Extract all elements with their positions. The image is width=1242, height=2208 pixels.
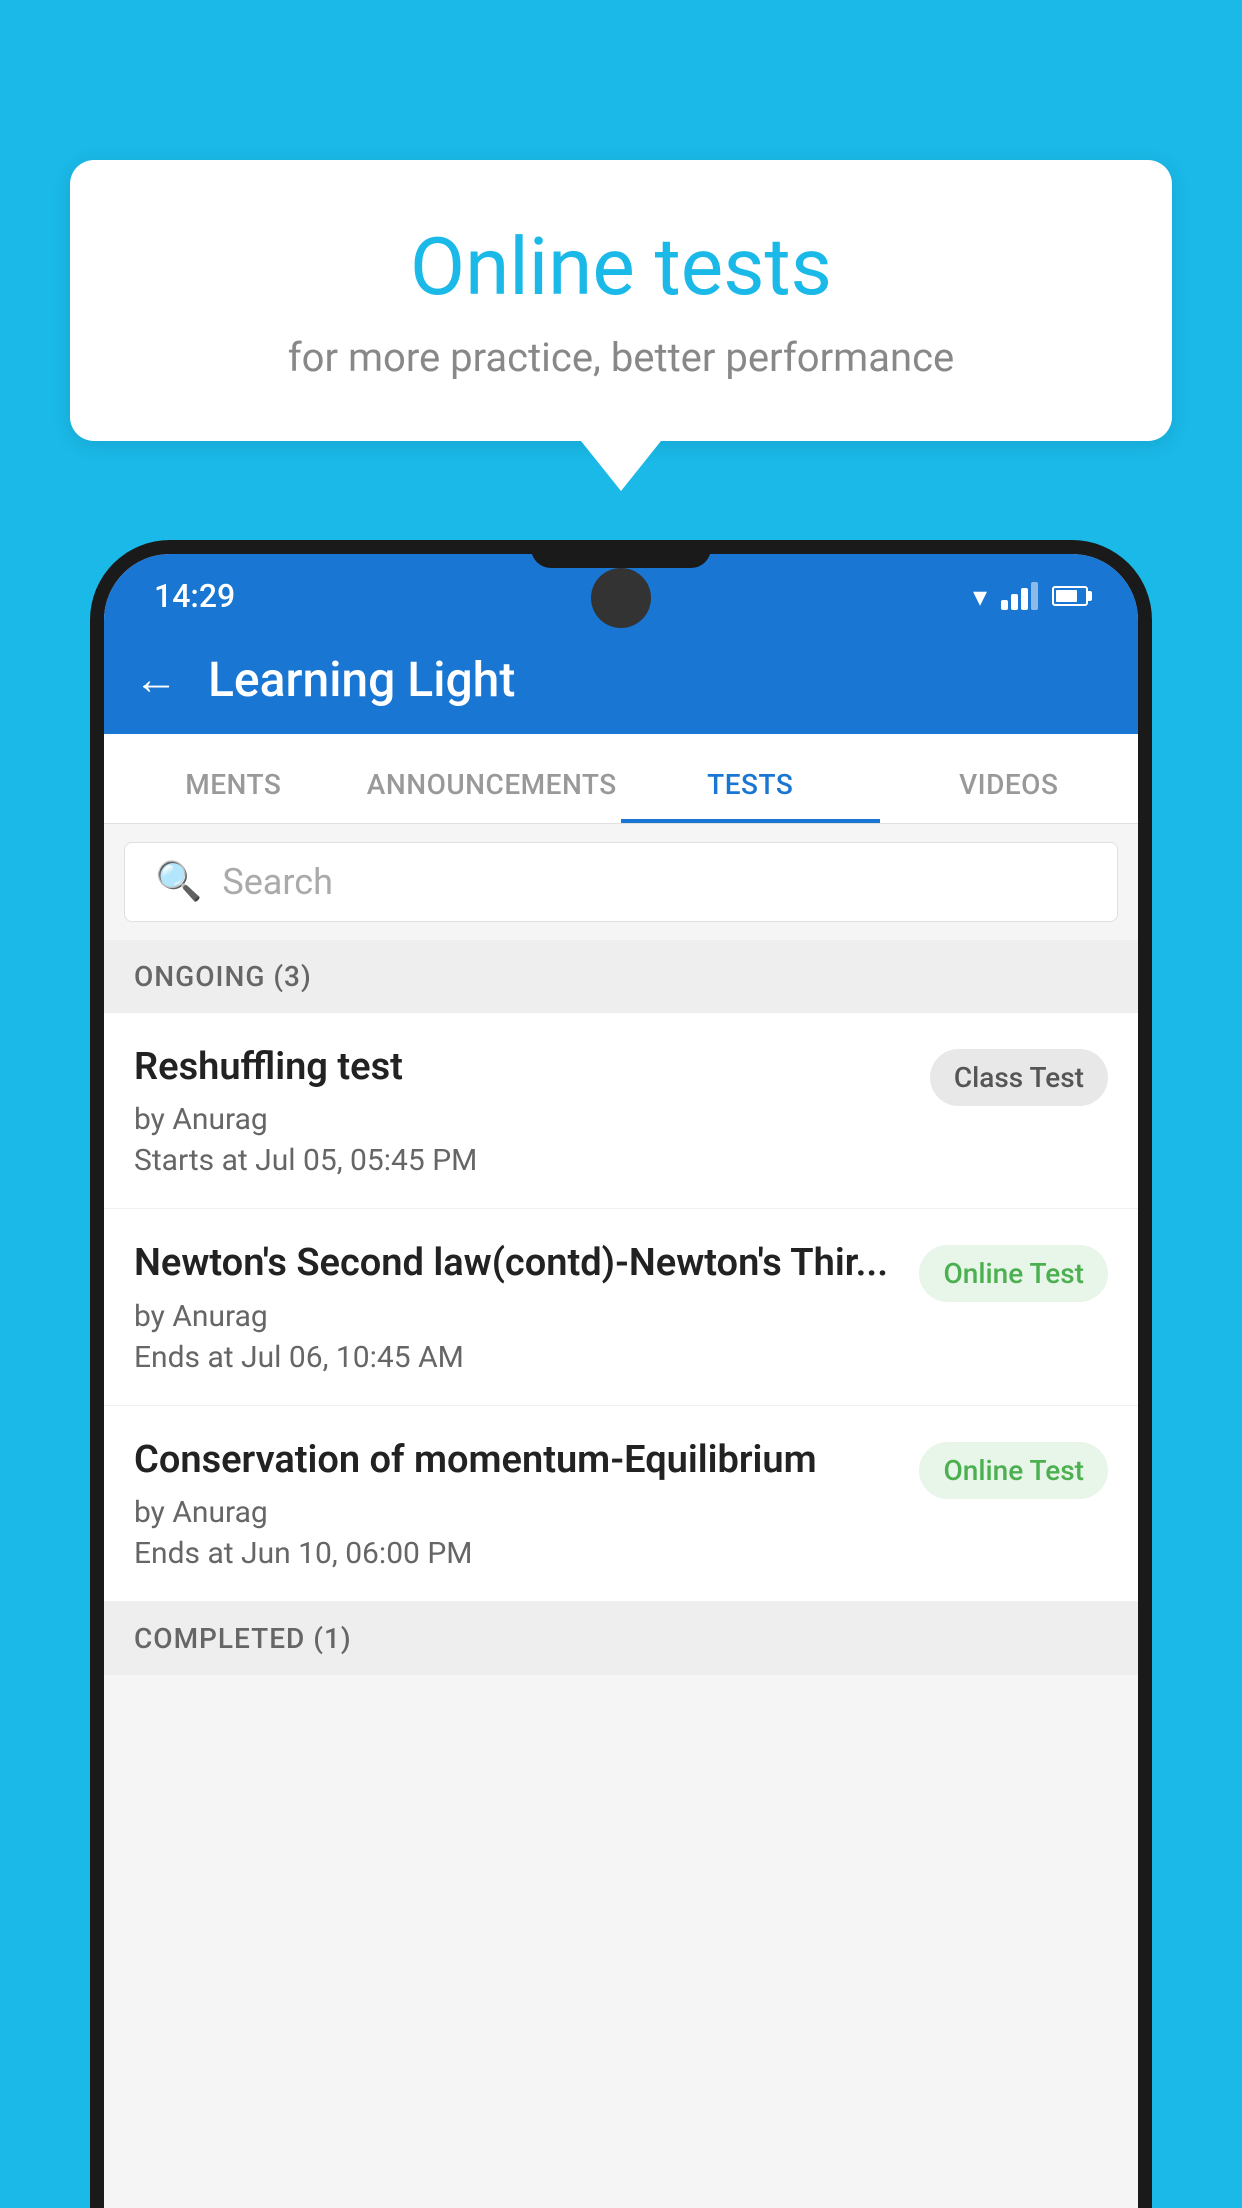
wifi-icon: ▾ — [973, 580, 987, 613]
tabs-container: MENTS ANNOUNCEMENTS TESTS VIDEOS — [104, 734, 1138, 824]
status-time: 14:29 — [154, 577, 235, 615]
tab-tests[interactable]: TESTS — [621, 734, 880, 823]
phone-notch-camera — [591, 568, 651, 628]
test-item[interactable]: Reshuffling test by Anurag Starts at Jul… — [104, 1013, 1138, 1209]
test-item[interactable]: Conservation of momentum-Equilibrium by … — [104, 1406, 1138, 1602]
test-item-date: Ends at Jul 06, 10:45 AM — [134, 1340, 899, 1375]
test-item-info: Reshuffling test by Anurag Starts at Jul… — [134, 1043, 910, 1178]
phone-screen: 14:29 ▾ ← Learning Light — [104, 554, 1138, 2208]
speech-bubble-arrow — [581, 441, 661, 491]
test-item-info: Newton's Second law(contd)-Newton's Thir… — [134, 1239, 899, 1374]
search-icon: 🔍 — [155, 860, 202, 904]
search-container: 🔍 Search — [104, 824, 1138, 940]
tab-ments[interactable]: MENTS — [104, 734, 363, 823]
phone-frame: 14:29 ▾ ← Learning Light — [90, 540, 1152, 2208]
test-badge-online: Online Test — [919, 1245, 1108, 1302]
test-badge-class: Class Test — [930, 1049, 1108, 1106]
test-item-title: Newton's Second law(contd)-Newton's Thir… — [134, 1239, 899, 1288]
completed-section-header: COMPLETED (1) — [104, 1602, 1138, 1675]
test-badge-online-2: Online Test — [919, 1442, 1108, 1499]
test-item-date: Ends at Jun 10, 06:00 PM — [134, 1536, 899, 1571]
speech-bubble-title: Online tests — [150, 220, 1092, 314]
tab-announcements[interactable]: ANNOUNCEMENTS — [363, 734, 622, 823]
test-item-title: Conservation of momentum-Equilibrium — [134, 1436, 899, 1485]
battery-icon — [1052, 586, 1088, 606]
search-bar[interactable]: 🔍 Search — [124, 842, 1118, 922]
tab-videos[interactable]: VIDEOS — [880, 734, 1139, 823]
speech-bubble-subtitle: for more practice, better performance — [150, 334, 1092, 381]
ongoing-section-header: ONGOING (3) — [104, 940, 1138, 1013]
test-item-date: Starts at Jul 05, 05:45 PM — [134, 1143, 910, 1178]
test-item-info: Conservation of momentum-Equilibrium by … — [134, 1436, 899, 1571]
test-item-author: by Anurag — [134, 1102, 910, 1137]
test-item-title: Reshuffling test — [134, 1043, 910, 1092]
status-icons: ▾ — [973, 580, 1088, 613]
test-item-author: by Anurag — [134, 1299, 899, 1334]
back-button[interactable]: ← — [134, 653, 178, 705]
signal-icon — [1001, 582, 1038, 610]
speech-bubble-container: Online tests for more practice, better p… — [70, 160, 1172, 491]
search-placeholder: Search — [222, 861, 333, 903]
test-list: Reshuffling test by Anurag Starts at Jul… — [104, 1013, 1138, 1602]
app-bar-title: Learning Light — [208, 651, 515, 708]
test-item[interactable]: Newton's Second law(contd)-Newton's Thir… — [104, 1209, 1138, 1405]
app-bar: ← Learning Light — [104, 624, 1138, 734]
test-item-author: by Anurag — [134, 1495, 899, 1530]
speech-bubble: Online tests for more practice, better p… — [70, 160, 1172, 441]
